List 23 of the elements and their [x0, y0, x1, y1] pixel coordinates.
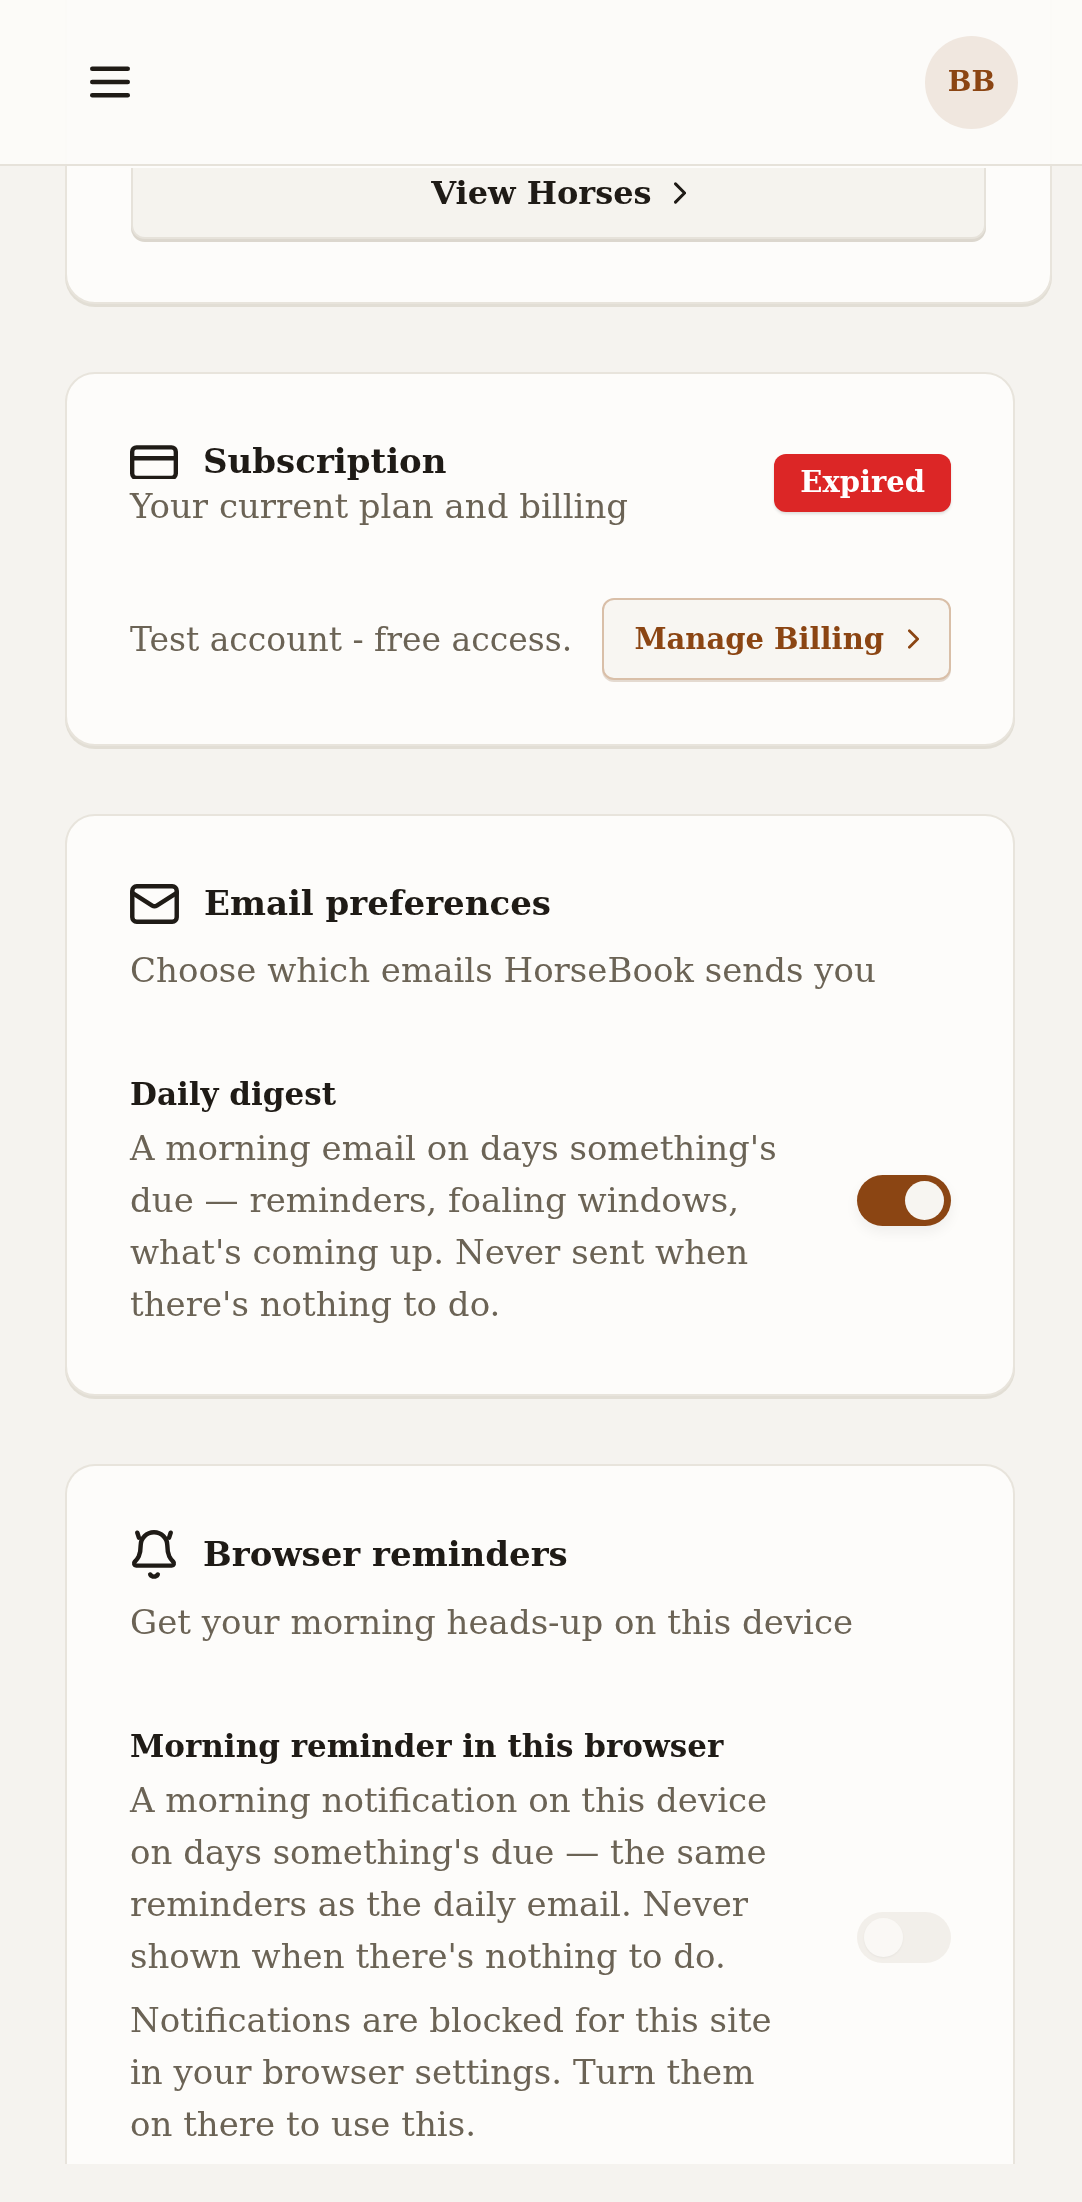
setting-label: Morning reminder in this browser: [130, 1727, 725, 1767]
manage-billing-button[interactable]: Manage Billing: [602, 598, 951, 681]
setting-description: A morning notification on this device on days something's due — the same reminders as the daily email. Never shown when there's nothing to do.: [130, 1779, 769, 1979]
plan-note: Test account - free access.: [130, 618, 573, 661]
status-badge: Expired: [774, 454, 951, 513]
chevron-right-icon: [908, 629, 919, 650]
blocked-notice: Notifications are blocked for this site in your browser settings. Turn them on there to use this.: [130, 1999, 773, 2147]
view-horses-button[interactable]: View Horses: [131, 168, 986, 239]
setting-description: A morning email on days something's due — reminders, foaling windows, what's coming up. Never sent when there's nothing to do.: [130, 1126, 778, 1326]
envelope-icon: [130, 883, 179, 924]
card-subtitle: Choose which emails HorseBook sends you: [130, 948, 877, 992]
menu-icon[interactable]: [90, 65, 130, 99]
card-title: Subscription: [203, 440, 447, 483]
bell-icon: [130, 1529, 178, 1579]
card-subtitle: Your current plan and billing: [130, 485, 629, 529]
card-title: Email preferences: [204, 882, 551, 926]
chevron-right-icon: [673, 181, 686, 204]
setting-label: Daily digest: [130, 1074, 337, 1114]
toggle-switch[interactable]: [857, 1175, 951, 1227]
avatar-button[interactable]: BB: [925, 35, 1018, 129]
credit-card-icon: [130, 443, 178, 479]
card-title: Browser reminders: [203, 1533, 568, 1577]
card-subtitle: Get your morning heads-up on this device: [130, 1600, 855, 1644]
